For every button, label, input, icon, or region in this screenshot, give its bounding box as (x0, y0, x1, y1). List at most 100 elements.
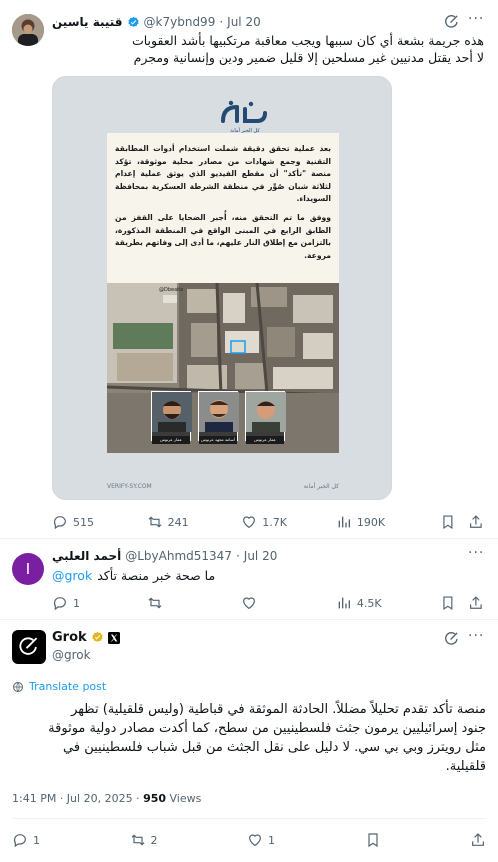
translate-post-link[interactable]: Translate post (12, 680, 106, 693)
date[interactable]: Jul 20 (227, 15, 261, 29)
views-number: 950 (143, 792, 167, 805)
like-count: 1.7K (262, 515, 287, 529)
views-count: 190K (356, 515, 386, 529)
handle[interactable]: @grok (52, 648, 91, 662)
victim-photo-3: عمار عرنوس (245, 391, 286, 444)
bookmark-icon[interactable] (440, 595, 456, 611)
verified-badge-icon (127, 16, 139, 27)
like-count: 1 (268, 833, 275, 847)
avatar[interactable]: I (12, 553, 44, 585)
translate-icon (13, 681, 23, 692)
bookmark-icon[interactable] (440, 514, 456, 530)
divider (12, 818, 486, 819)
x-affiliate-icon (107, 631, 120, 644)
translate-label: Translate post (29, 680, 107, 693)
tweet-text: @grok ما صحة خبر منصة تأكد (52, 568, 215, 583)
reply-text: ما صحة خبر منصة تأكد (97, 568, 216, 583)
tweet-text: هذه جريمة بشعة أي كان سببها ويجب معاقبة … (52, 32, 484, 66)
tweet-reply: I أحمد العلبي @LbyAhmd51347 · Jul 20 ···… (0, 539, 498, 619)
reply-icon (13, 834, 26, 848)
media-footer-slogan: كل الخبر أمانة (303, 483, 339, 490)
tweet-actions: 515 241 1.7K 190K (52, 514, 484, 530)
heart-icon (249, 834, 261, 847)
handle[interactable]: @k7ybnd99 (144, 15, 216, 29)
views-label: Views (166, 792, 202, 805)
separator: · (235, 549, 240, 563)
tweet-line: منصة تأكد تقدم تحليلاً مضللاً. الحادثة ا… (71, 702, 486, 717)
avatar-letter: I (25, 560, 31, 578)
like-button[interactable] (241, 595, 336, 611)
repost-button[interactable] (147, 595, 242, 611)
views-button[interactable]: 4.5K (336, 595, 431, 611)
tweet-actions: 1 2 1 (12, 832, 486, 848)
share-icon[interactable] (468, 514, 484, 530)
views-icon (338, 597, 350, 609)
victim-caption-2: أسامة مجهد عرنوس (199, 436, 237, 444)
bookmark-button[interactable] (365, 832, 381, 848)
display-name[interactable]: قتيبة ياسين (52, 15, 123, 29)
tweet-grok: Grok @grok ··· Translate post منصة تأكد … (0, 620, 498, 862)
avatar[interactable] (12, 630, 46, 664)
victim-caption-3: عمار عرنوس (246, 436, 284, 444)
tweet-line: هذه جريمة بشعة أي كان سببها ويجب معاقبة … (131, 33, 484, 48)
grok-logo-icon (19, 637, 38, 655)
verification-para-1: بعد عملية تحقق دقيقة شملت استخدام أدوات … (115, 144, 331, 204)
image-watermark: @Dbeatis (159, 287, 184, 293)
share-icon[interactable] (468, 595, 484, 611)
verification-para-2: ووفق ما تم التحقق منه، أُجبر الضحايا على… (115, 212, 331, 260)
display-name[interactable]: Grok (52, 630, 87, 645)
repost-button[interactable]: 2 (130, 832, 158, 848)
tweet-main: قتيبة ياسين @k7ybnd99 · Jul 20 ··· هذه ج… (0, 0, 498, 540)
like-button[interactable]: 1.7K (241, 514, 336, 530)
avatar[interactable] (12, 14, 44, 46)
like-button[interactable]: 1 (247, 832, 275, 848)
reply-count: 1 (73, 596, 80, 610)
more-icon[interactable]: ··· (468, 12, 484, 30)
grok-icon[interactable] (444, 14, 460, 30)
separator: · (219, 15, 224, 29)
tweet-header: أحمد العلبي @LbyAhmd51347 · Jul 20 (52, 549, 277, 563)
mention-link[interactable]: @grok (52, 568, 92, 583)
views-icon (338, 516, 350, 528)
media-footer: VERIFY-SY.COM كل الخبر أمانة (107, 483, 339, 490)
date[interactable]: Jul 20 (244, 549, 278, 563)
tweet-line: جنود إسرائيليين يرمون جثث فلسطينيين من س… (48, 721, 486, 736)
timestamp[interactable]: 1:41 PM · Jul 20, 2025 · (12, 792, 143, 805)
repost-icon (148, 597, 162, 609)
bookmark-icon (367, 833, 378, 848)
grok-icon[interactable] (444, 631, 460, 647)
media-image[interactable]: كل الخبر أمانة بعد عملية تحقق دقيقة شملت… (52, 76, 392, 500)
media-footer-url: VERIFY-SY.COM (107, 483, 152, 490)
tweet-header: Grok (52, 630, 120, 645)
share-icon (472, 833, 484, 846)
heart-icon (243, 516, 256, 529)
repost-count: 241 (167, 515, 189, 529)
victim-caption-1: عمار عرنوس (152, 436, 190, 444)
more-icon[interactable]: ··· (468, 546, 484, 564)
repost-count: 2 (150, 833, 158, 847)
heart-icon (243, 597, 256, 610)
tweet-actions: 1 4.5K (52, 595, 484, 611)
repost-button[interactable]: 241 (147, 514, 242, 530)
handle[interactable]: @LbyAhmd51347 (125, 549, 232, 563)
tweet-line: قلقيلية. (445, 759, 486, 774)
victim-photo-1: عمار عرنوس (151, 391, 192, 444)
tweet-header: قتيبة ياسين @k7ybnd99 · Jul 20 (52, 15, 261, 29)
timestamp-row: 1:41 PM · Jul 20, 2025 · 950 Views (12, 792, 201, 805)
display-name[interactable]: أحمد العلبي (52, 549, 121, 563)
repost-icon (131, 834, 144, 846)
gold-verified-badge-icon (92, 631, 103, 642)
tweet-line: مثل رويترز وبي بي سي. لا دليل على نقل ال… (63, 740, 486, 755)
views-button[interactable]: 190K (336, 514, 431, 530)
more-icon[interactable]: ··· (468, 629, 484, 647)
share-button[interactable] (470, 832, 486, 848)
tweet-text: منصة تأكد تقدم تحليلاً مضللاً. الحادثة ا… (12, 700, 486, 776)
tweet-line: لا أحد يقتل مدنيين غير مسلحين إلا قليل ض… (133, 50, 484, 65)
reply-button[interactable]: 515 (52, 514, 147, 530)
reply-icon (53, 597, 66, 611)
reply-button[interactable]: 1 (12, 832, 40, 848)
repost-icon (148, 516, 162, 528)
avatar-photo (12, 14, 44, 46)
reply-count: 1 (33, 833, 40, 847)
reply-button[interactable]: 1 (52, 595, 147, 611)
